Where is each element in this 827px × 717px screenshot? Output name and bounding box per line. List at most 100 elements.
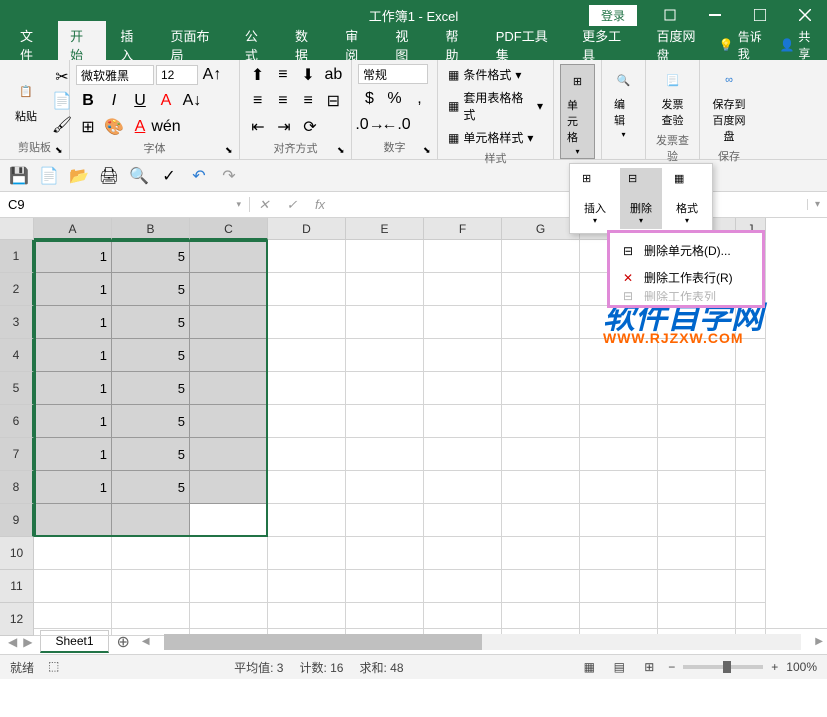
cell[interactable] <box>658 438 736 471</box>
decrease-decimal-icon[interactable]: ←.0 <box>384 114 408 136</box>
page-break-icon[interactable]: ⊞ <box>638 658 660 676</box>
cell[interactable] <box>346 273 424 306</box>
cell[interactable] <box>658 570 736 603</box>
normal-view-icon[interactable]: ▦ <box>578 658 600 676</box>
cell[interactable] <box>190 306 268 339</box>
cell[interactable]: 1 <box>34 471 112 504</box>
invoice-button[interactable]: 📃 发票 查验 <box>652 64 693 130</box>
underline-icon[interactable]: U <box>128 90 152 112</box>
cell[interactable]: 5 <box>112 405 190 438</box>
cell[interactable] <box>190 240 268 273</box>
close-icon[interactable] <box>782 0 827 30</box>
cell[interactable] <box>502 471 580 504</box>
cell[interactable] <box>112 504 190 537</box>
cell[interactable]: 1 <box>34 273 112 306</box>
cell[interactable]: 5 <box>112 273 190 306</box>
cell[interactable] <box>502 240 580 273</box>
format-cells-button[interactable]: ▦ 格式 ▾ <box>666 168 708 229</box>
number-launcher[interactable]: ⬊ <box>423 145 435 157</box>
align-center-icon[interactable]: ≡ <box>271 90 294 112</box>
font-color2-icon[interactable]: A <box>128 116 152 138</box>
cell[interactable] <box>424 471 502 504</box>
font-name-select[interactable] <box>76 65 154 85</box>
cell[interactable] <box>736 537 766 570</box>
cell[interactable] <box>346 240 424 273</box>
cell[interactable] <box>190 471 268 504</box>
cell[interactable] <box>580 438 658 471</box>
cell[interactable] <box>580 372 658 405</box>
cell[interactable] <box>424 603 502 636</box>
cell[interactable]: 5 <box>112 306 190 339</box>
decrease-font-icon[interactable]: A↓ <box>180 90 204 112</box>
cell[interactable] <box>34 504 112 537</box>
cell[interactable] <box>190 339 268 372</box>
delete-rows-menu-item[interactable]: ✕ 删除工作表行(R) <box>610 264 762 291</box>
cell[interactable] <box>424 438 502 471</box>
number-format-select[interactable] <box>358 64 428 84</box>
cancel-fx-icon[interactable]: ✕ <box>250 194 278 216</box>
percent-icon[interactable]: % <box>383 88 406 110</box>
cell[interactable] <box>112 537 190 570</box>
cell[interactable] <box>424 537 502 570</box>
cell[interactable] <box>190 405 268 438</box>
currency-icon[interactable]: $ <box>358 88 381 110</box>
align-middle-icon[interactable]: ≡ <box>271 64 294 86</box>
cell-style-button[interactable]: ▦ 单元格样式 ▾ <box>444 127 547 148</box>
cell[interactable]: 1 <box>34 240 112 273</box>
align-top-icon[interactable]: ⬆ <box>246 64 269 86</box>
cell[interactable] <box>424 240 502 273</box>
row-header[interactable]: 8 <box>0 471 34 504</box>
row-header[interactable]: 12 <box>0 603 34 636</box>
increase-decimal-icon[interactable]: .0→ <box>358 114 382 136</box>
name-box-input[interactable] <box>8 197 236 212</box>
cell[interactable] <box>502 273 580 306</box>
col-header[interactable]: B <box>112 218 190 240</box>
cell[interactable] <box>190 372 268 405</box>
cell[interactable] <box>190 273 268 306</box>
save-icon[interactable]: 💾 <box>8 165 30 187</box>
cell[interactable] <box>346 537 424 570</box>
cell[interactable] <box>580 537 658 570</box>
tab-prev-icon[interactable]: ◀ <box>8 635 17 649</box>
delete-cells-menu-item[interactable]: ⊟ 删除单元格(D)... <box>610 237 762 264</box>
cell[interactable] <box>580 471 658 504</box>
conditional-format-button[interactable]: ▦ 条件格式 ▾ <box>444 64 547 85</box>
cell[interactable] <box>268 339 346 372</box>
tell-me[interactable]: 💡 告诉我 <box>719 28 770 62</box>
cell[interactable] <box>502 438 580 471</box>
indent-left-icon[interactable]: ⇤ <box>246 116 270 138</box>
cell[interactable] <box>268 438 346 471</box>
merge-icon[interactable]: ⊟ <box>322 90 345 112</box>
phonetic-icon[interactable]: wén <box>154 116 178 138</box>
orientation-icon[interactable]: ⟳ <box>298 116 322 138</box>
cell[interactable] <box>502 537 580 570</box>
wrap-text-icon[interactable]: ab <box>322 64 345 86</box>
cell[interactable] <box>190 537 268 570</box>
table-format-button[interactable]: ▦ 套用表格格式 ▾ <box>444 87 547 125</box>
cell[interactable] <box>658 537 736 570</box>
cell[interactable] <box>658 372 736 405</box>
cell[interactable] <box>736 438 766 471</box>
cell[interactable] <box>580 603 658 636</box>
scroll-left-icon[interactable]: ◀ <box>142 636 150 647</box>
row-header[interactable]: 5 <box>0 372 34 405</box>
row-header[interactable]: 9 <box>0 504 34 537</box>
cell[interactable] <box>34 570 112 603</box>
cell[interactable] <box>268 372 346 405</box>
cell[interactable]: 1 <box>34 339 112 372</box>
align-left-icon[interactable]: ≡ <box>246 90 269 112</box>
redo-icon[interactable]: ↷ <box>218 165 240 187</box>
row-header[interactable]: 1 <box>0 240 34 273</box>
row-header[interactable]: 7 <box>0 438 34 471</box>
cell[interactable]: 5 <box>112 240 190 273</box>
border-icon[interactable]: ⊞ <box>76 116 100 138</box>
col-header[interactable]: A <box>34 218 112 240</box>
clipboard-launcher[interactable]: ⬊ <box>55 145 67 157</box>
cell[interactable] <box>34 537 112 570</box>
cell[interactable] <box>424 306 502 339</box>
row-header[interactable]: 6 <box>0 405 34 438</box>
confirm-fx-icon[interactable]: ✓ <box>278 194 306 216</box>
cell[interactable] <box>502 603 580 636</box>
cell[interactable] <box>502 570 580 603</box>
font-color-icon[interactable]: A <box>154 90 178 112</box>
